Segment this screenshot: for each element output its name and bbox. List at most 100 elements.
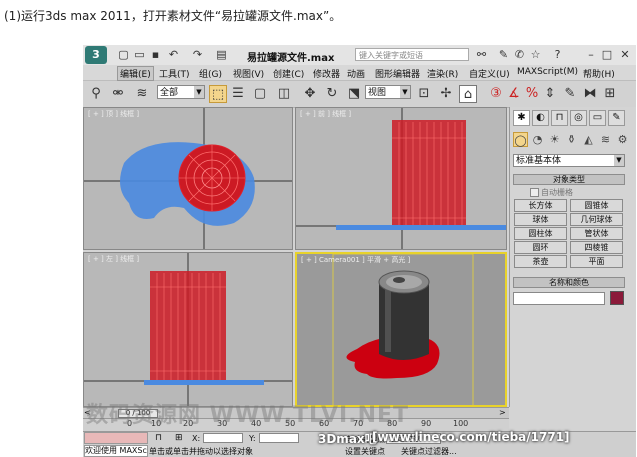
- viewport-top[interactable]: [ + ] 顶 ] 线框 ]: [83, 107, 293, 250]
- help-search-input[interactable]: 键入关键字或短语: [355, 48, 469, 61]
- cameras-icon[interactable]: ⚱: [564, 132, 579, 147]
- project-folder-icon[interactable]: ▤: [215, 48, 228, 61]
- bind-spacewarp-icon[interactable]: ≋: [133, 85, 151, 103]
- systems-icon[interactable]: ⚙: [615, 132, 630, 147]
- maxscript-listener-text[interactable]: 欢迎使用 MAXSc: [84, 445, 148, 457]
- create-selection-set-icon[interactable]: ⊞: [601, 85, 619, 103]
- snap-toggle-icon[interactable]: ③: [487, 85, 505, 103]
- select-object-icon[interactable]: ⬚: [209, 85, 227, 103]
- object-name-input[interactable]: [513, 292, 605, 305]
- ruler-tick: 100: [453, 419, 469, 428]
- move-icon[interactable]: ✥: [301, 85, 319, 103]
- next-frame-icon[interactable]: >: [499, 408, 506, 417]
- link-icon[interactable]: ⚲: [87, 85, 105, 103]
- viewport-left-label[interactable]: [ + ] 左 ] 线框 ]: [88, 254, 139, 264]
- menu-group[interactable]: 组(G): [199, 67, 222, 80]
- title-bar: 3 ▢ ▭ ▪ ↶ ↷ ▤ 易拉罐源文件.max 键入关键字或短语 ⚯ ✎ ✆ …: [83, 45, 636, 66]
- viewport-camera[interactable]: [ + ] Camera001 ] 平滑 + 高光 ]: [295, 252, 507, 407]
- mirror-icon[interactable]: ⧓: [581, 85, 599, 103]
- teapot-button[interactable]: 茶壶: [514, 255, 567, 268]
- object-color-swatch[interactable]: [610, 291, 624, 305]
- redo-icon[interactable]: ↷: [191, 48, 204, 61]
- selection-filter-select[interactable]: 全部 ▼: [157, 85, 205, 99]
- geosphere-button[interactable]: 几何球体: [570, 213, 623, 226]
- spacewarps-icon[interactable]: ≋: [598, 132, 613, 147]
- menu-rendering[interactable]: 渲染(R): [427, 67, 458, 80]
- menu-animation[interactable]: 动画: [347, 67, 365, 80]
- open-file-icon[interactable]: ▭: [133, 48, 146, 61]
- geometry-icon[interactable]: ◯: [513, 132, 528, 147]
- viewport-front[interactable]: [ + ] 前 ] 线框 ]: [295, 107, 507, 250]
- lights-icon[interactable]: ☀: [547, 132, 562, 147]
- spinner-snap-icon[interactable]: ⇕: [541, 85, 559, 103]
- name-color-rollout-header[interactable]: 名称和颜色: [513, 277, 625, 288]
- autogrid-checkbox[interactable]: 自动栅格: [530, 187, 573, 198]
- chevron-down-icon: ▼: [614, 155, 624, 166]
- shapes-icon[interactable]: ◔: [530, 132, 545, 147]
- absolute-mode-icon[interactable]: ⊞: [175, 433, 189, 444]
- lock-selection-icon[interactable]: ⊓: [155, 433, 169, 444]
- tab-hierarchy-icon[interactable]: ⊓: [551, 110, 568, 126]
- category-select[interactable]: 标准基本体 ▼: [513, 154, 625, 167]
- tab-modify-icon[interactable]: ◐: [532, 110, 549, 126]
- viewport-camera-label[interactable]: [ + ] Camera001 ] 平滑 + 高光 ]: [301, 255, 410, 265]
- angle-snap-icon[interactable]: ∡: [505, 85, 523, 103]
- viewport-top-label[interactable]: [ + ] 顶 ] 线框 ]: [88, 109, 139, 119]
- object-type-rollout-header[interactable]: 对象类型: [513, 174, 625, 185]
- menu-customize[interactable]: 自定义(U): [469, 67, 510, 80]
- plane-button[interactable]: 平面: [570, 255, 623, 268]
- sphere-button[interactable]: 球体: [514, 213, 567, 226]
- viewport-front-label[interactable]: [ + ] 前 ] 线框 ]: [300, 109, 351, 119]
- subscription-icon[interactable]: ✎: [497, 48, 510, 61]
- select-by-name-icon[interactable]: ☰: [229, 85, 247, 103]
- tab-create-icon[interactable]: ✱: [513, 110, 530, 126]
- menu-edit[interactable]: 编辑(E): [117, 66, 154, 81]
- scale-icon[interactable]: ⬔: [345, 85, 363, 103]
- favorites-star-icon[interactable]: ☆: [529, 48, 542, 61]
- percent-snap-icon[interactable]: %: [523, 85, 541, 103]
- menu-views[interactable]: 视图(V): [233, 67, 264, 80]
- menu-maxscript[interactable]: MAXScript(M): [517, 67, 578, 77]
- close-icon[interactable]: ✕: [619, 48, 631, 61]
- tube-button[interactable]: 管状体: [570, 227, 623, 240]
- keyboard-shortcut-override-icon[interactable]: ⌂: [459, 85, 477, 103]
- new-file-icon[interactable]: ▢: [117, 48, 130, 61]
- window-crossing-icon[interactable]: ◫: [275, 85, 293, 103]
- box-button[interactable]: 长方体: [514, 199, 567, 212]
- unlink-icon[interactable]: ⚮: [109, 85, 127, 103]
- maxscript-mini-listener[interactable]: [84, 432, 148, 444]
- menu-graph-editors[interactable]: 图形编辑器: [375, 67, 420, 80]
- y-coord-input[interactable]: [259, 433, 299, 443]
- torus-button[interactable]: 圆环: [514, 241, 567, 254]
- set-key-button[interactable]: 设置关键点: [345, 446, 385, 457]
- cone-button[interactable]: 圆锥体: [570, 199, 623, 212]
- pyramid-button[interactable]: 四棱锥: [570, 241, 623, 254]
- communication-icon[interactable]: ✆: [513, 48, 526, 61]
- menu-create[interactable]: 创建(C): [273, 67, 304, 80]
- x-coord-input[interactable]: [203, 433, 243, 443]
- maximize-icon[interactable]: □: [601, 48, 613, 61]
- tab-display-icon[interactable]: ▭: [589, 110, 606, 126]
- watermark-url: [www.lineco.com/tieba/1771]: [372, 430, 570, 444]
- menu-tools[interactable]: 工具(T): [159, 67, 190, 80]
- menu-help[interactable]: 帮助(H): [583, 67, 615, 80]
- edit-named-selection-icon[interactable]: ✎: [561, 85, 579, 103]
- minimize-icon[interactable]: –: [585, 48, 597, 61]
- tab-utilities-icon[interactable]: ✎: [608, 110, 625, 126]
- key-filters-button[interactable]: 关键点过滤器...: [401, 446, 457, 457]
- select-manipulate-icon[interactable]: ✢: [437, 85, 455, 103]
- reference-coordinate-select[interactable]: 视图 ▼: [365, 85, 411, 99]
- cylinder-button[interactable]: 圆柱体: [514, 227, 567, 240]
- tab-motion-icon[interactable]: ◎: [570, 110, 587, 126]
- save-file-icon[interactable]: ▪: [149, 48, 162, 61]
- rectangular-selection-icon[interactable]: ▢: [251, 85, 269, 103]
- help-icon[interactable]: ?: [551, 48, 564, 61]
- rotate-icon[interactable]: ↻: [323, 85, 341, 103]
- helpers-icon[interactable]: ◭: [581, 132, 596, 147]
- viewport-left[interactable]: [ + ] 左 ] 线框 ]: [83, 252, 293, 407]
- app-logo-icon[interactable]: 3: [85, 46, 107, 64]
- binoculars-icon[interactable]: ⚯: [475, 48, 488, 61]
- menu-modifiers[interactable]: 修改器: [313, 67, 340, 80]
- undo-icon[interactable]: ↶: [167, 48, 180, 61]
- pivot-center-icon[interactable]: ⊡: [415, 85, 433, 103]
